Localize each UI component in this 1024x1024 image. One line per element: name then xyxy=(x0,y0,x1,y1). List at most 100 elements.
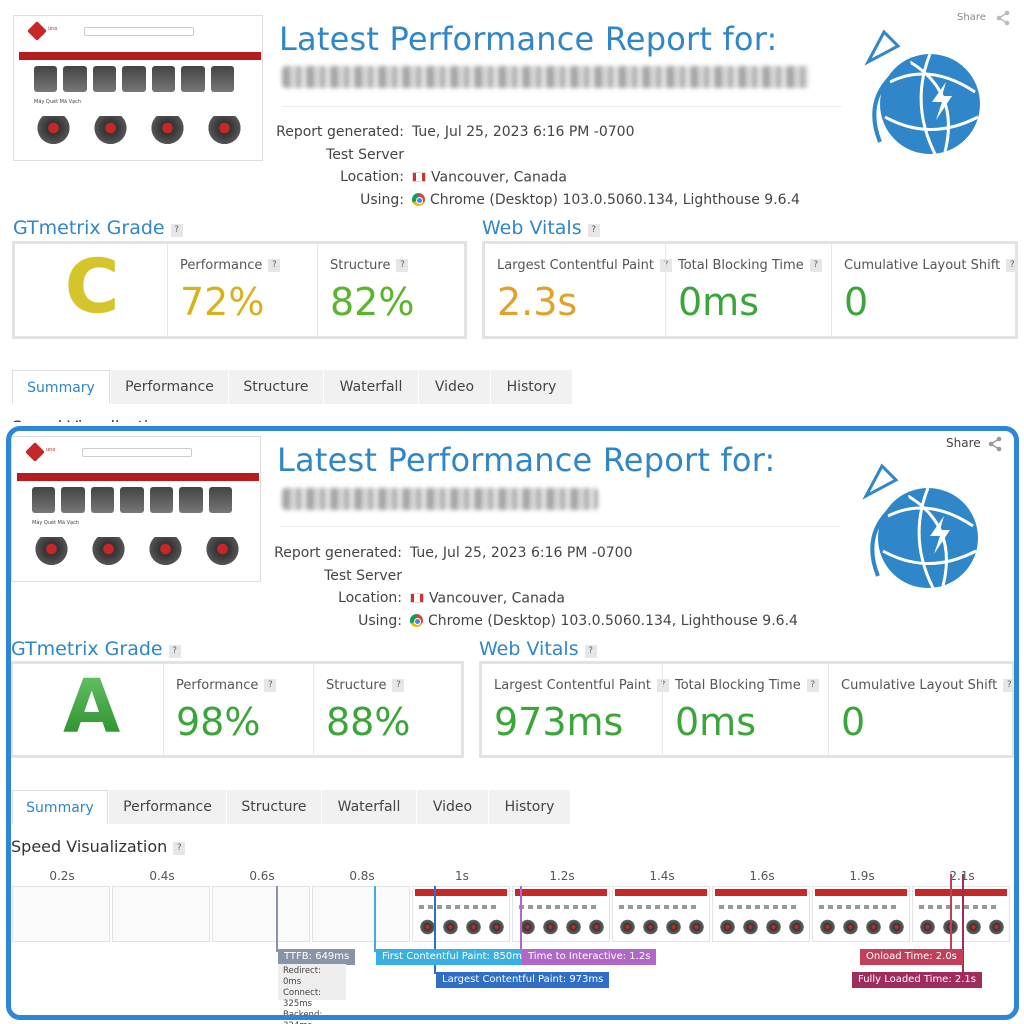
help-icon[interactable]: ? xyxy=(809,259,822,272)
timeline-tick: 1.2s xyxy=(549,869,575,883)
tab-waterfall[interactable]: Waterfall xyxy=(323,370,418,404)
help-icon[interactable]: ? xyxy=(806,679,819,692)
tbt-value: 0ms xyxy=(678,280,759,324)
filmstrip-frame[interactable] xyxy=(612,886,710,942)
site-brand: uno xyxy=(46,447,56,453)
server-location: Vancouver, Canada xyxy=(429,590,565,606)
report-title: Latest Performance Report for: xyxy=(279,20,778,58)
ttfb-marker: TTFB: 649ms xyxy=(278,949,356,965)
performance-cell: Performance? 72% xyxy=(167,244,317,336)
structure-score: 82% xyxy=(330,280,415,324)
report-title: Latest Performance Report for: xyxy=(277,441,776,479)
report-meta: Report generated: Tue, Jul 25, 2023 6:16 … xyxy=(276,124,800,208)
timeline-tick: 1s xyxy=(455,869,469,883)
tbt-value: 0ms xyxy=(675,700,756,744)
share-icon[interactable] xyxy=(995,10,1011,26)
canada-flag-icon xyxy=(410,593,424,603)
filmstrip-frame xyxy=(312,886,410,942)
tab-video[interactable]: Video xyxy=(418,370,490,404)
onload-line xyxy=(950,874,952,952)
site-subtitle: Máy Quét Mã Vạch xyxy=(34,99,82,105)
structure-score: 88% xyxy=(326,700,411,744)
tab-performance[interactable]: Performance xyxy=(108,790,226,824)
canada-flag-icon xyxy=(412,172,426,182)
help-icon[interactable]: ? xyxy=(1003,679,1016,692)
browser-info: Chrome (Desktop) 103.0.5060.134, Lightho… xyxy=(430,191,800,208)
fully-loaded-marker: Fully Loaded Time: 2.1s xyxy=(852,972,982,988)
filmstrip-frame[interactable] xyxy=(812,886,910,942)
vitals-box: Largest Contentful Paint? 2.3s Total Blo… xyxy=(482,241,1019,339)
help-icon[interactable]: ? xyxy=(173,842,186,855)
chrome-icon xyxy=(412,192,425,206)
lcp-value: 973ms xyxy=(494,700,624,744)
timeline-tick: 0.2s xyxy=(49,869,75,883)
timeline-tick: 1.4s xyxy=(649,869,675,883)
grade-section-title: GTmetrix Grade? xyxy=(11,638,181,660)
chrome-icon xyxy=(410,613,423,627)
tab-summary[interactable]: Summary xyxy=(12,370,110,404)
lcp-cell: Largest Contentful Paint? 973ms xyxy=(482,664,670,755)
share-icon[interactable] xyxy=(987,436,1003,452)
ttfb-details: Redirect: 0ms Connect: 325ms Backend: 32… xyxy=(278,964,346,1024)
tab-history[interactable]: History xyxy=(488,790,570,824)
share-label[interactable]: Share xyxy=(946,436,981,450)
help-icon[interactable]: ? xyxy=(264,679,277,692)
structure-cell: Structure? 88% xyxy=(313,664,463,755)
lcp-cell: Largest Contentful Paint? 2.3s xyxy=(485,244,673,336)
timeline-tick: 1.9s xyxy=(849,869,875,883)
tab-structure[interactable]: Structure xyxy=(226,790,321,824)
cls-value: 0 xyxy=(844,280,869,324)
tab-history[interactable]: History xyxy=(490,370,572,404)
lcp-marker: Largest Contentful Paint: 973ms xyxy=(436,972,610,988)
vitals-section-title: Web Vitals? xyxy=(479,638,597,660)
fcp-marker: First Contentful Paint: 850ms xyxy=(376,949,534,965)
tab-performance[interactable]: Performance xyxy=(110,370,228,404)
filmstrip-frame[interactable] xyxy=(912,886,1010,942)
fcp-line xyxy=(374,886,376,952)
help-icon[interactable]: ? xyxy=(168,645,181,658)
site-brand: uno xyxy=(48,26,58,32)
ttfb-line xyxy=(276,886,278,952)
grade-section-title: GTmetrix Grade? xyxy=(13,217,183,239)
report-tabs: Summary Performance Structure Waterfall … xyxy=(12,370,572,404)
gtmetrix-grade: A xyxy=(63,664,121,750)
performance-cell: Performance? 98% xyxy=(163,664,313,755)
blurred-url xyxy=(282,488,598,510)
rocket-globe-logo xyxy=(864,29,980,155)
lcp-value: 2.3s xyxy=(497,280,578,324)
share-label[interactable]: Share xyxy=(957,12,986,23)
vitals-box: Largest Contentful Paint? 973ms Total Bl… xyxy=(479,661,1016,758)
site-thumbnail: uno Máy Quét Mã Vạch xyxy=(11,436,261,582)
server-location: Vancouver, Canada xyxy=(431,169,567,185)
filmstrip-frame[interactable] xyxy=(512,886,610,942)
report-generated: Tue, Jul 25, 2023 6:16 PM -0700 xyxy=(412,124,635,140)
tbt-cell: Total Blocking Time? 0ms xyxy=(665,244,831,336)
site-thumbnail: uno Máy Quét Mã Vạch xyxy=(13,15,263,161)
help-icon[interactable]: ? xyxy=(1006,259,1019,272)
tab-waterfall[interactable]: Waterfall xyxy=(321,790,416,824)
tab-summary[interactable]: Summary xyxy=(12,790,108,824)
report-generated: Tue, Jul 25, 2023 6:16 PM -0700 xyxy=(410,545,633,561)
comparison-screenshot: uno Máy Quét Mã Vạch Latest Performance … xyxy=(0,0,1024,1024)
gtmetrix-grade: C xyxy=(65,244,120,330)
performance-score: 98% xyxy=(176,700,261,744)
timeline-tick: 1.6s xyxy=(749,869,775,883)
tti-marker: Time to Interactive: 1.2s xyxy=(522,949,657,965)
help-icon[interactable]: ? xyxy=(584,645,597,658)
help-icon[interactable]: ? xyxy=(396,259,409,272)
filmstrip-frame[interactable] xyxy=(412,886,510,942)
browser-info: Chrome (Desktop) 103.0.5060.134, Lightho… xyxy=(428,612,798,629)
cls-cell: Cumulative Layout Shift? 0 xyxy=(831,244,1019,336)
tab-structure[interactable]: Structure xyxy=(228,370,323,404)
help-icon[interactable]: ? xyxy=(392,679,405,692)
speed-visualization-title: Speed Visualization? xyxy=(11,837,186,856)
vitals-section-title: Web Vitals? xyxy=(482,217,600,239)
filmstrip-frame xyxy=(112,886,210,942)
help-icon[interactable]: ? xyxy=(268,259,281,272)
tbt-cell: Total Blocking Time? 0ms xyxy=(662,664,828,755)
tab-video[interactable]: Video xyxy=(416,790,488,824)
filmstrip-frame[interactable] xyxy=(712,886,810,942)
help-icon[interactable]: ? xyxy=(587,224,600,237)
grade-box: C Performance? 72% Structure? 82% xyxy=(12,241,467,339)
help-icon[interactable]: ? xyxy=(170,224,183,237)
